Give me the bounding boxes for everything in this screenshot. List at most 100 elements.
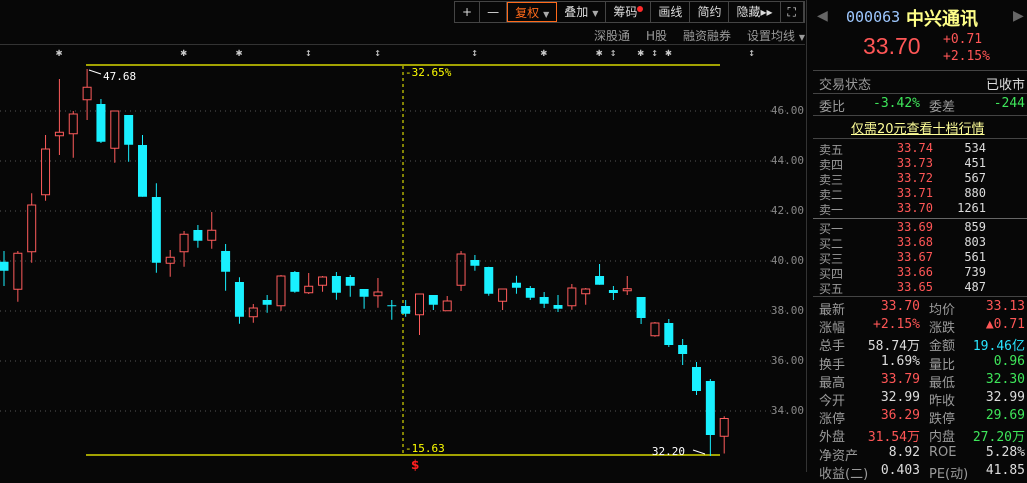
divider — [813, 93, 1027, 94]
level-price: 33.66 — [896, 265, 933, 279]
dividend-marker-icon: $ — [411, 458, 419, 472]
max-pointer-icon — [88, 69, 102, 75]
stat-value: 32.30 — [985, 371, 1025, 387]
candle-down — [636, 297, 646, 318]
candle-down — [525, 288, 535, 298]
candle-down — [138, 145, 147, 197]
candle-down — [484, 267, 494, 294]
bid-ask-diff-value: -244 — [993, 96, 1025, 111]
candle-up — [13, 252, 23, 290]
stat-label: 金额 — [929, 339, 956, 355]
y-tick-label: 34.00 — [770, 404, 804, 417]
candle-up — [456, 253, 466, 286]
level-price: 33.70 — [896, 201, 933, 215]
stat-label: 昨收 — [929, 394, 956, 409]
level-volume: 1261 — [957, 201, 986, 215]
level-volume: 859 — [964, 220, 986, 234]
candle-down — [96, 104, 106, 142]
min-pointer-icon — [692, 449, 706, 455]
divider — [813, 218, 1027, 219]
candle-down — [193, 230, 203, 241]
level-volume: 561 — [964, 250, 986, 264]
level-label: 买五 — [819, 282, 844, 296]
stat-value: 33.13 — [985, 299, 1025, 314]
stat-row: 净资产 8.92 ROE 5.28% — [813, 445, 1027, 465]
divider — [813, 70, 1027, 71]
candle-down — [234, 282, 244, 317]
level-volume: 803 — [964, 235, 986, 249]
candle-down — [539, 297, 549, 304]
candle-down — [345, 277, 355, 286]
candle-up — [442, 300, 452, 312]
candle-up — [27, 204, 37, 253]
stat-row: 外盘 31.54万 内盘 27.20万 — [813, 426, 1027, 446]
stat-row: 收益(二) 0.403 PE(动) 41.85 — [813, 463, 1027, 483]
stat-label: 涨跌 — [929, 321, 956, 337]
candlestick-chart[interactable]: 47.68 -32.65% -15.63 32.20 $ — [0, 0, 806, 472]
trade-status-label: 交易状态 — [819, 78, 872, 93]
candle-up — [276, 275, 286, 307]
candle-up — [248, 307, 258, 318]
y-tick-label: 44.00 — [770, 154, 804, 167]
stat-value: 36.29 — [880, 408, 920, 424]
stat-row: 今开 32.99 昨收 32.99 — [813, 390, 1027, 410]
stat-value: 29.69 — [985, 408, 1025, 424]
stat-label: 跌停 — [929, 412, 956, 428]
stat-row: 换手 1.69% 量比 0.96 — [813, 354, 1027, 374]
level-volume: 487 — [964, 280, 986, 294]
price-change-pct: +2.15% — [943, 49, 990, 64]
prev-stock-icon[interactable]: ◀ — [817, 8, 828, 24]
candle-down — [595, 276, 605, 285]
bids-row[interactable]: 买五 33.65 487 — [813, 280, 1027, 300]
range-bottom-label: -15.63 — [405, 442, 445, 455]
candle-down — [705, 381, 715, 435]
stat-label: 涨幅 — [819, 321, 846, 337]
stat-value: ▲0.71 — [985, 317, 1025, 333]
stat-label: 外盘 — [819, 430, 846, 446]
candle-up — [650, 322, 660, 337]
stat-label: 内盘 — [929, 430, 956, 446]
candle-up — [498, 288, 508, 302]
stat-value: 32.99 — [880, 390, 920, 405]
candle-up — [110, 110, 120, 149]
stat-label: 最高 — [819, 375, 846, 391]
level2-promo-link[interactable]: 仅需20元查看十档行情 — [851, 118, 985, 137]
candle-up — [82, 86, 92, 101]
candle-up — [68, 113, 78, 135]
candle-down — [221, 251, 231, 272]
level-price: 33.71 — [896, 186, 933, 200]
y-tick-label: 46.00 — [770, 104, 804, 117]
max-price-label: 47.68 — [103, 70, 136, 83]
next-stock-icon[interactable]: ▶ — [1013, 8, 1024, 24]
stat-value: 58.74万 — [867, 339, 920, 355]
stat-value: 33.79 — [880, 371, 920, 387]
stat-label: PE(动) — [929, 466, 969, 482]
candle-down — [0, 261, 9, 271]
divider — [813, 115, 1027, 116]
candle-down — [151, 197, 161, 263]
stat-label: 换手 — [819, 357, 846, 373]
divider — [813, 296, 1027, 297]
stat-row: 最高 33.79 最低 32.30 — [813, 372, 1027, 392]
candle-up — [165, 256, 175, 264]
candle-up — [719, 418, 729, 437]
min-price-label: 32.20 — [652, 445, 685, 458]
stat-value: 41.85 — [985, 462, 1025, 478]
stat-value: 0.96 — [993, 353, 1025, 369]
candle-down — [387, 305, 397, 307]
candle-up — [304, 285, 314, 294]
stat-label: 收益(二) — [819, 466, 869, 482]
stat-label: 净资产 — [819, 448, 859, 464]
candle-down — [359, 289, 369, 297]
y-tick-label: 40.00 — [770, 254, 804, 267]
stat-label: ROE — [929, 444, 957, 460]
last-price: 33.70 — [863, 33, 921, 59]
candle-up — [567, 287, 577, 307]
candle-down — [511, 282, 521, 288]
stat-row: 总手 58.74万 金额 19.46亿 — [813, 335, 1027, 355]
stat-value: 8.92 — [888, 444, 920, 460]
level-price: 33.68 — [896, 235, 933, 249]
stat-value: 32.99 — [985, 390, 1025, 405]
candle-down — [331, 276, 341, 293]
stat-row: 最新 33.70 均价 33.13 — [813, 299, 1027, 319]
